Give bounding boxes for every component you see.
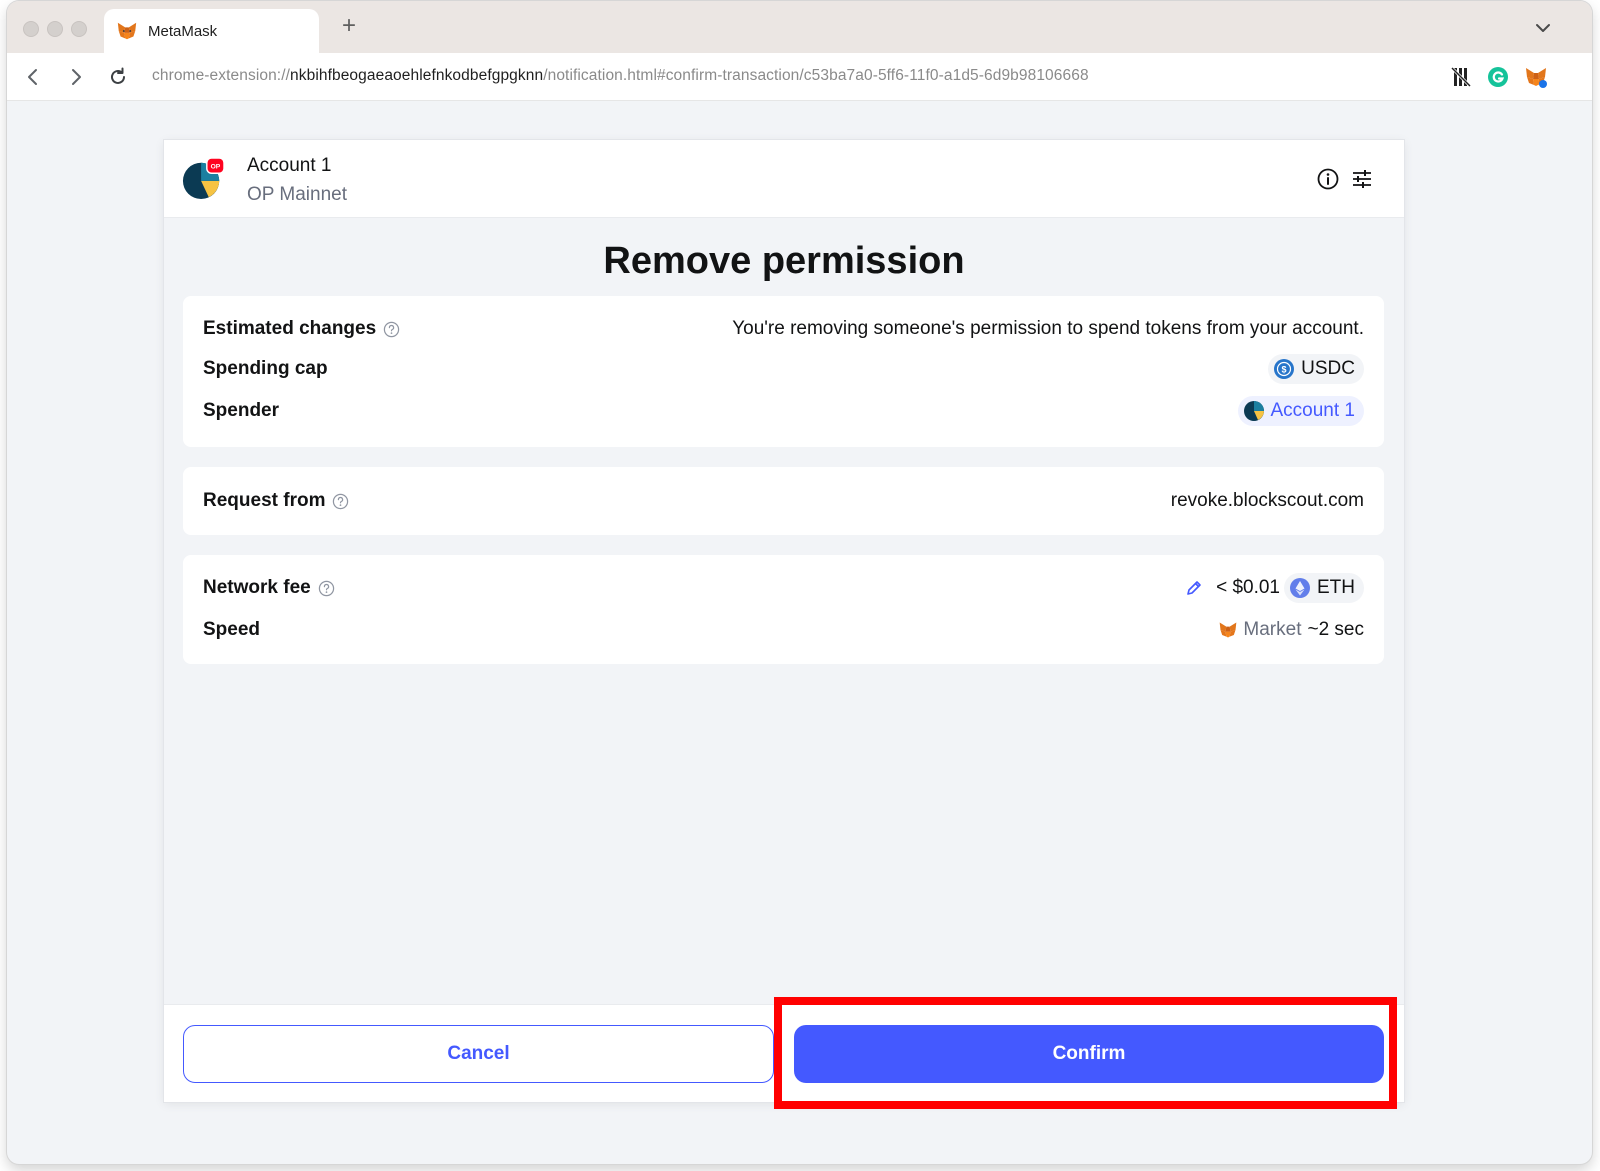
tab-strip: MetaMask + xyxy=(7,1,1592,53)
speed-row: Speed Market ~2 sec xyxy=(203,615,1364,645)
eth-icon xyxy=(1290,578,1310,598)
account-avatar[interactable]: OP xyxy=(182,158,224,200)
new-tab-button[interactable]: + xyxy=(337,14,361,39)
spending-cap-label: Spending cap xyxy=(203,358,328,379)
close-window-button[interactable] xyxy=(23,21,39,37)
spender-avatar xyxy=(1243,401,1264,421)
maximize-window-button[interactable] xyxy=(71,21,87,37)
url-scheme: chrome-extension:// xyxy=(152,67,291,84)
url-host: nkbihfbeogaeaoehlefnkodbefgpgknn xyxy=(290,67,544,84)
advanced-settings-icon[interactable] xyxy=(1350,167,1374,191)
svg-text:$: $ xyxy=(1282,365,1287,375)
request-from-label: Request from xyxy=(203,490,326,511)
edit-gas-icon[interactable] xyxy=(1184,578,1204,598)
minimize-window-button[interactable] xyxy=(47,21,63,37)
tab-search-chevron-icon[interactable] xyxy=(1534,19,1552,37)
browser-toolbar: chrome-extension://nkbihfbeogaeaoehlefnk… xyxy=(7,53,1592,101)
confirmation-panel: OP Account 1 OP Mainnet Remove permissio… xyxy=(164,140,1404,1102)
address-bar[interactable]: chrome-extension://nkbihfbeogaeaoehlefnk… xyxy=(152,67,1089,85)
help-icon[interactable] xyxy=(318,580,335,597)
grammarly-icon[interactable] xyxy=(1486,65,1510,89)
speed-time: ~2 sec xyxy=(1307,619,1364,640)
estimated-changes-label: Estimated changes xyxy=(203,318,377,339)
spender-row: Spender Account 1 xyxy=(203,396,1364,426)
usdc-icon: $ xyxy=(1274,359,1295,379)
confirm-button[interactable]: Confirm xyxy=(794,1025,1384,1083)
browser-window: MetaMask + chrome-extension://nkbihfbeog… xyxy=(7,1,1592,1164)
network-fee-label: Network fee xyxy=(203,577,311,598)
tab-title: MetaMask xyxy=(148,22,218,40)
page-title: Remove permission xyxy=(603,240,965,282)
network-fee-row: Network fee < $0.01 ETH xyxy=(203,573,1364,603)
confirmation-footer: Cancel Confirm xyxy=(164,1004,1404,1102)
request-from-value: revoke.blockscout.com xyxy=(1170,490,1364,511)
spender-label: Spender xyxy=(203,400,280,421)
network-fee-token: ETH xyxy=(1317,577,1355,598)
confirmation-header: OP Account 1 OP Mainnet xyxy=(164,140,1404,218)
help-icon[interactable] xyxy=(383,321,400,338)
account-name[interactable]: Account 1 xyxy=(247,155,332,177)
fox-speed-icon xyxy=(1220,622,1237,638)
spender-value: Account 1 xyxy=(1270,400,1356,421)
request-card: Request from revoke.blockscout.com xyxy=(183,467,1384,535)
url-path: /notification.html#confirm-transaction/c… xyxy=(543,67,1089,84)
network-fee-card: Network fee < $0.01 ETH Speed Market ~2 … xyxy=(183,555,1384,664)
back-arrow-icon[interactable] xyxy=(21,65,45,89)
spending-cap-token: USDC xyxy=(1301,358,1355,379)
help-icon[interactable] xyxy=(332,493,349,510)
cancel-button[interactable]: Cancel xyxy=(183,1025,774,1083)
reload-icon[interactable] xyxy=(106,65,130,89)
tab-metamask[interactable]: MetaMask xyxy=(104,9,319,53)
hidden-extension-icon[interactable] xyxy=(1449,65,1473,89)
network-name: OP Mainnet xyxy=(247,184,347,205)
estimated-changes-row: Estimated changes You're removing someon… xyxy=(203,314,1364,344)
network-fee-value: < $0.01 xyxy=(1216,577,1280,598)
info-icon[interactable] xyxy=(1316,167,1340,191)
details-card: Estimated changes You're removing someon… xyxy=(183,296,1384,447)
eth-token-pill: ETH xyxy=(1284,573,1364,603)
estimated-changes-value: You're removing someone's permission to … xyxy=(732,318,1364,339)
forward-arrow-icon[interactable] xyxy=(64,65,88,89)
request-from-row: Request from revoke.blockscout.com xyxy=(203,486,1364,516)
spender-account-pill[interactable]: Account 1 xyxy=(1237,396,1364,426)
network-badge-text: OP xyxy=(211,164,221,171)
usdc-token-pill[interactable]: $ USDC xyxy=(1268,354,1364,384)
speed-mode: Market xyxy=(1243,619,1302,640)
speed-label: Speed xyxy=(203,619,261,640)
metamask-extension-icon[interactable] xyxy=(1524,65,1548,89)
spending-cap-row: Spending cap $ USDC xyxy=(203,354,1364,384)
metamask-fox-icon xyxy=(117,22,137,40)
